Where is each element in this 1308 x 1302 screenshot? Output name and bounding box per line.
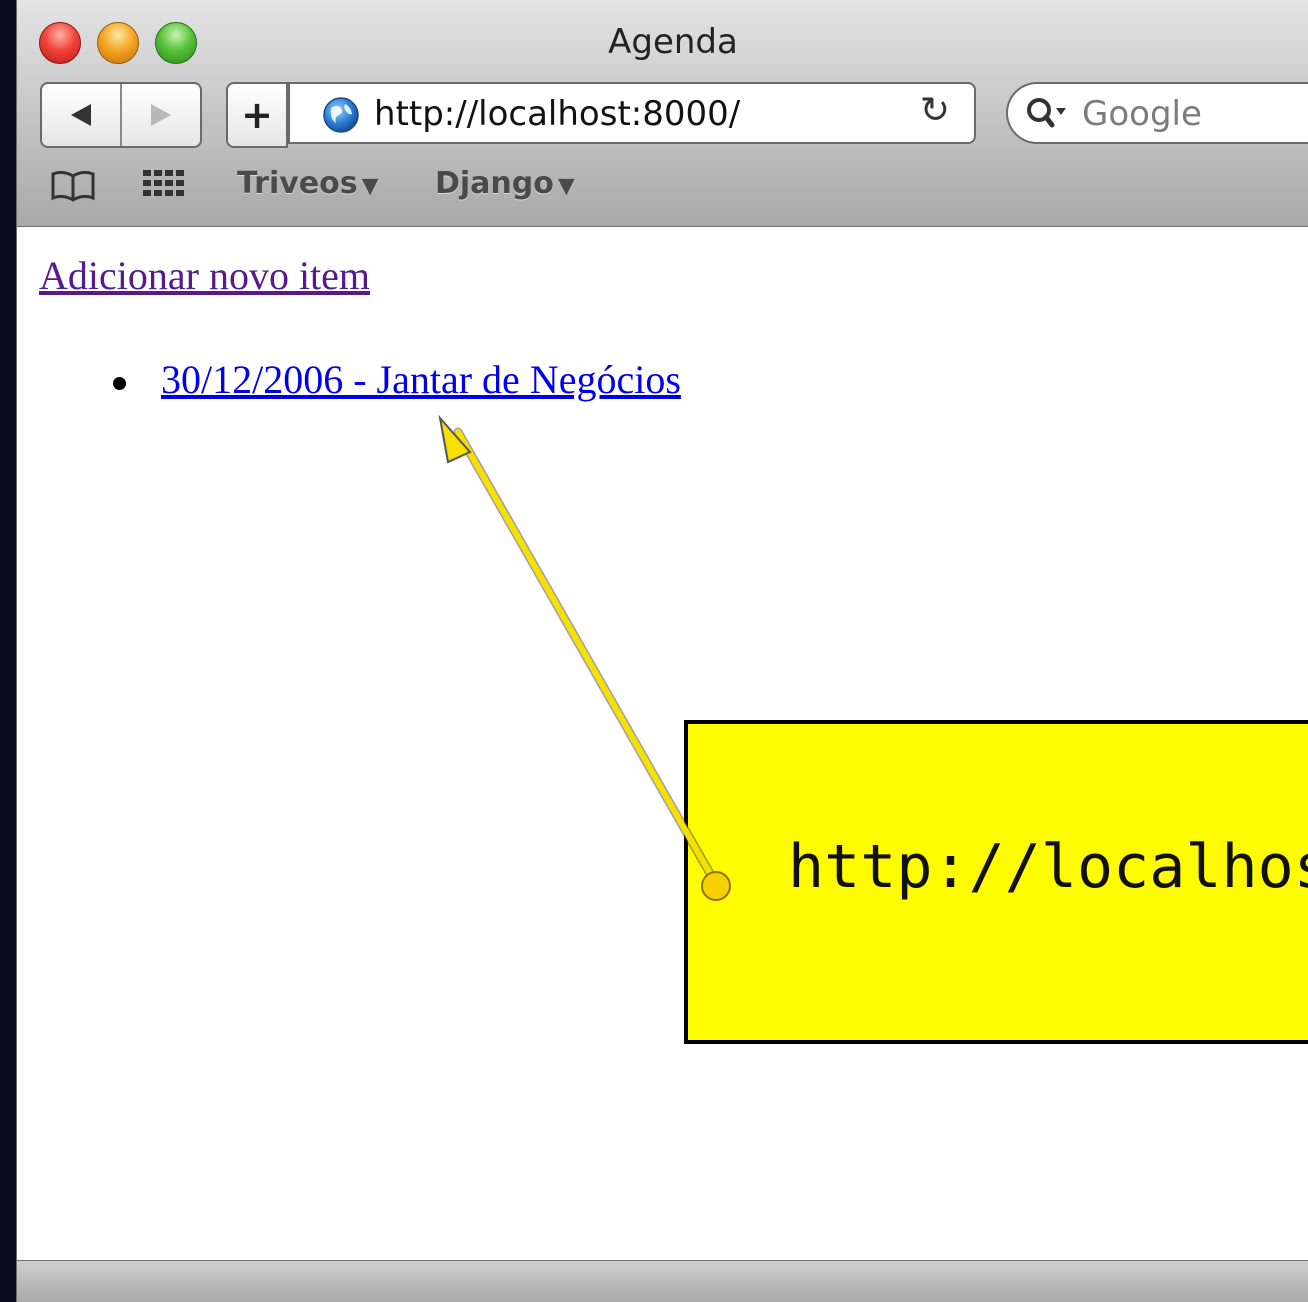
search-field[interactable]: Google [1006, 82, 1308, 144]
bookmark-triveos[interactable]: Triveos ▼ [237, 166, 379, 201]
search-icon [1027, 98, 1066, 128]
annotation-text: http://localhost:8000/ [788, 832, 1308, 902]
search-placeholder: Google [1082, 94, 1202, 134]
bookmark-django[interactable]: Django ▼ [435, 166, 575, 201]
forward-icon [151, 104, 171, 126]
annotation-callout: http://localhost:8000/ [684, 720, 1308, 1044]
bookmark-label: Django [435, 166, 554, 201]
nav-buttons [40, 82, 202, 148]
back-button[interactable] [42, 84, 122, 146]
agenda-item-link[interactable]: 30/12/2006 - Jantar de Negócios [161, 356, 681, 403]
reload-icon[interactable]: ↻ [920, 90, 950, 131]
chevron-down-icon: ▼ [361, 174, 379, 199]
status-bar [17, 1260, 1308, 1302]
book-icon[interactable] [49, 168, 97, 204]
window-title: Agenda [608, 22, 738, 62]
forward-button[interactable] [122, 84, 200, 146]
list-bullet [113, 377, 126, 390]
add-bookmark-button[interactable]: + [226, 82, 288, 148]
url-text[interactable]: http://localhost:8000/ [374, 94, 740, 134]
browser-window: Agenda + http://localhost:8000/ ↻ Google… [16, 0, 1308, 1302]
chevron-down-icon: ▼ [557, 174, 575, 199]
add-item-link[interactable]: Adicionar novo item [39, 252, 370, 299]
address-bar[interactable]: http://localhost:8000/ ↻ [288, 82, 976, 144]
back-icon [71, 104, 91, 126]
grid-icon[interactable] [141, 168, 189, 200]
globe-icon [323, 97, 359, 133]
bookmark-label: Triveos [237, 166, 358, 201]
browser-chrome: Agenda + http://localhost:8000/ ↻ Google… [17, 0, 1308, 227]
